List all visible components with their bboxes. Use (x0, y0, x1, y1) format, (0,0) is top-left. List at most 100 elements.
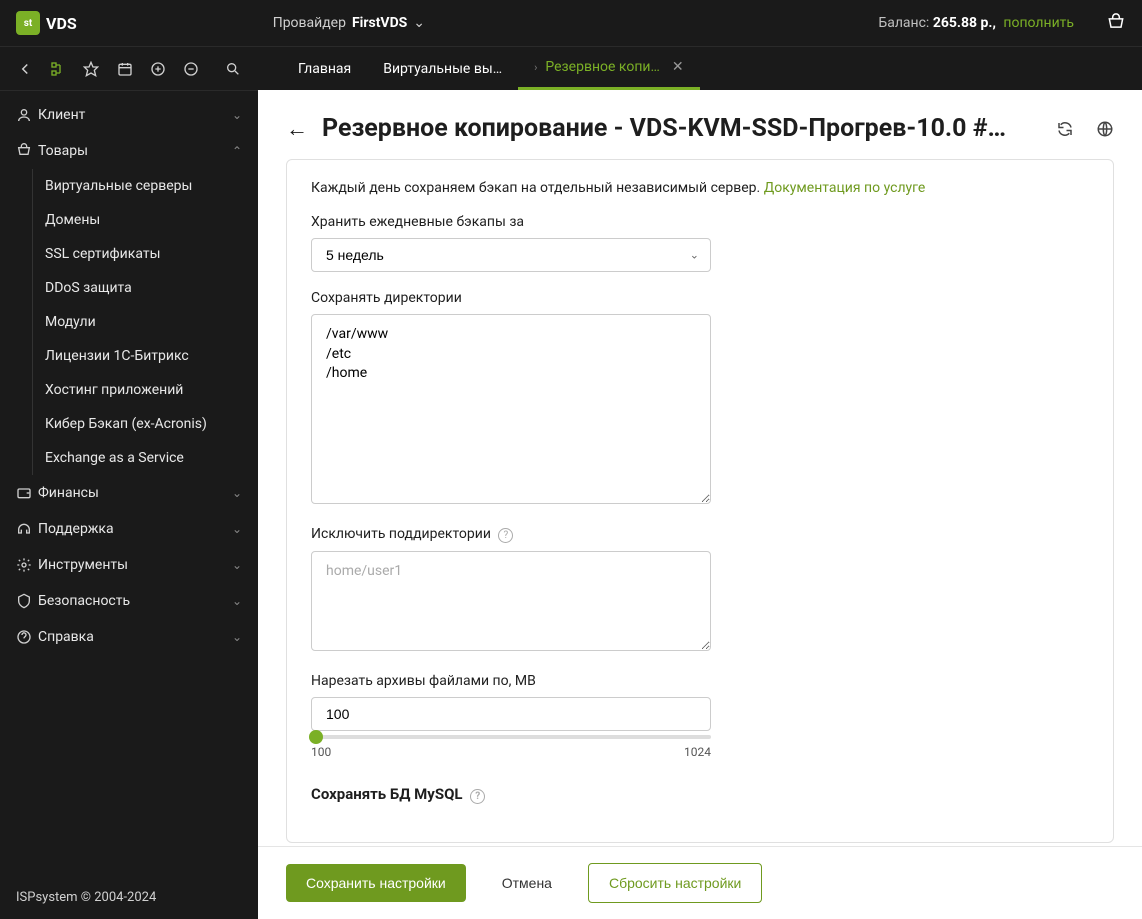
plus-circle-icon[interactable] (150, 61, 167, 77)
sidebar-item-label: Виртуальные серверы (45, 178, 192, 194)
split-slider[interactable]: 100 1024 (311, 735, 711, 759)
sidebar-support-label: Поддержка (38, 521, 232, 537)
exclude-textarea[interactable] (311, 551, 711, 651)
logo-text: VDS (46, 14, 77, 33)
provider-name: FirstVDS (352, 15, 407, 31)
sidebar-item-virtual-servers[interactable]: Виртуальные серверы (32, 169, 258, 203)
slider-thumb[interactable] (309, 730, 323, 744)
cancel-button[interactable]: Отмена (482, 864, 572, 902)
topup-link[interactable]: пополнить (1003, 15, 1074, 31)
page-header: ← Резервное копирование - VDS-KVM-SSD-Пр… (258, 90, 1142, 159)
logo[interactable]: st VDS (16, 11, 77, 35)
chevron-down-icon: ⌄ (232, 630, 242, 644)
retention-select[interactable]: 5 недель ⌄ (311, 238, 711, 272)
headset-icon (16, 521, 38, 537)
basket-icon (16, 143, 38, 159)
shield-icon (16, 593, 38, 609)
retention-label: Хранить ежедневные бэкапы за (311, 214, 1089, 230)
reset-button[interactable]: Сбросить настройки (588, 863, 762, 903)
split-input[interactable] (311, 697, 711, 731)
chevron-down-icon: ⌄ (232, 108, 242, 122)
sidebar-item-app-hosting[interactable]: Хостинг приложений (32, 373, 258, 407)
sidebar-item-modules[interactable]: Модули (32, 305, 258, 339)
search-icon[interactable] (225, 61, 242, 77)
wallet-icon (16, 485, 38, 501)
tab-main[interactable]: Главная (282, 47, 367, 90)
sidebar-item-ssl[interactable]: SSL сертификаты (32, 237, 258, 271)
sidebar-item-cyber-backup[interactable]: Кибер Бэкап (ex-Acronis) (32, 407, 258, 441)
sidebar: Клиент ⌄ Товары ⌃ Виртуальные серверы До… (0, 90, 258, 919)
sidebar-item-exchange[interactable]: Exchange as a Service (32, 441, 258, 475)
exclude-label-text: Исключить поддиректории (311, 526, 491, 542)
star-icon[interactable] (83, 61, 100, 77)
provider-prefix: Провайдер (273, 15, 346, 31)
tab-close-icon[interactable]: ✕ (672, 59, 684, 75)
slider-labels: 100 1024 (311, 745, 711, 759)
tree-icon[interactable] (50, 61, 67, 77)
balance-label: Баланс: (878, 15, 929, 31)
sidebar-client-label: Клиент (38, 107, 232, 123)
dirs-textarea[interactable] (311, 314, 711, 504)
sidebar-group-client[interactable]: Клиент ⌄ (0, 97, 258, 133)
tab-backup[interactable]: › Резервное копи… ✕ (518, 47, 700, 90)
sidebar-goods-label: Товары (38, 143, 232, 159)
exclude-label: Исключить поддиректории ? (311, 526, 1089, 543)
save-button[interactable]: Сохранить настройки (286, 864, 466, 902)
sidebar-item-label: Хостинг приложений (45, 382, 183, 398)
intro-text-content: Каждый день сохраняем бэкап на отдельный… (311, 180, 760, 196)
mysql-label: Сохранять БД MySQL ? (311, 785, 1089, 804)
top-header: st VDS Провайдер FirstVDS ⌄ Баланс: 265.… (0, 0, 1142, 46)
sidebar-help-label: Справка (38, 629, 232, 645)
page-title: Резервное копирование - VDS-KVM-SSD-Прог… (322, 114, 1034, 143)
doc-link[interactable]: Документация по услуге (764, 180, 926, 196)
back-button[interactable]: ← (286, 116, 308, 142)
sidebar-item-ddos[interactable]: DDoS защита (32, 271, 258, 305)
balance-value: 265.88 р., (933, 15, 996, 31)
tab-main-label: Главная (298, 61, 351, 77)
globe-icon[interactable] (1096, 120, 1114, 138)
sidebar-item-bitrix[interactable]: Лицензии 1С-Битрикс (32, 339, 258, 373)
chevron-down-icon: ⌄ (232, 486, 242, 500)
help-icon[interactable]: ? (498, 528, 513, 543)
slider-min: 100 (311, 745, 331, 759)
toolbar: Главная Виртуальные вы… › Резервное копи… (0, 46, 1142, 90)
chevron-down-icon: ⌄ (232, 522, 242, 536)
sidebar-group-support[interactable]: Поддержка ⌄ (0, 511, 258, 547)
chevron-down-icon: ⌄ (232, 558, 242, 572)
sidebar-group-finance[interactable]: Финансы ⌄ (0, 475, 258, 511)
split-label: Нарезать архивы файлами по, МВ (311, 673, 1089, 689)
gear-icon (16, 557, 38, 573)
tab-vms[interactable]: Виртуальные вы… (367, 47, 518, 90)
sidebar-item-domains[interactable]: Домены (32, 203, 258, 237)
slider-max: 1024 (684, 745, 711, 759)
provider-selector[interactable]: Провайдер FirstVDS ⌄ (273, 15, 425, 31)
balance-block: Баланс: 265.88 р., пополнить (878, 15, 1074, 31)
sidebar-group-goods[interactable]: Товары ⌃ (0, 133, 258, 169)
content-scroll[interactable]: Каждый день сохраняем бэкап на отдельный… (258, 159, 1142, 846)
chevron-down-icon: ⌄ (232, 594, 242, 608)
calendar-icon[interactable] (117, 61, 134, 77)
sidebar-group-tools[interactable]: Инструменты ⌄ (0, 547, 258, 583)
sidebar-group-help[interactable]: Справка ⌄ (0, 619, 258, 655)
minus-circle-icon[interactable] (183, 61, 200, 77)
basket-icon[interactable] (1106, 13, 1126, 33)
toolbar-icons (0, 60, 258, 78)
chevron-up-icon: ⌃ (232, 144, 242, 158)
form-footer: Сохранить настройки Отмена Сбросить наст… (258, 846, 1142, 919)
tab-vms-label: Виртуальные вы… (383, 61, 502, 77)
intro-text: Каждый день сохраняем бэкап на отдельный… (311, 180, 1089, 196)
sidebar-item-label: Лицензии 1С-Битрикс (45, 348, 189, 364)
sidebar-item-label: Домены (45, 212, 100, 228)
sidebar-group-security[interactable]: Безопасность ⌄ (0, 583, 258, 619)
tabs-bar: Главная Виртуальные вы… › Резервное копи… (258, 47, 1142, 90)
refresh-icon[interactable] (1056, 120, 1074, 138)
help-icon[interactable]: ? (470, 789, 485, 804)
logo-badge-icon: st (16, 11, 40, 35)
chevron-right-icon: › (534, 61, 537, 74)
dirs-label: Сохранять директории (311, 290, 1089, 306)
tab-backup-label: Резервное копи… (545, 59, 659, 75)
main-content: ← Резервное копирование - VDS-KVM-SSD-Пр… (258, 90, 1142, 919)
retention-select-button[interactable]: 5 недель (311, 238, 711, 272)
back-arrow-icon[interactable] (16, 60, 34, 78)
sidebar-item-label: SSL сертификаты (45, 246, 160, 262)
